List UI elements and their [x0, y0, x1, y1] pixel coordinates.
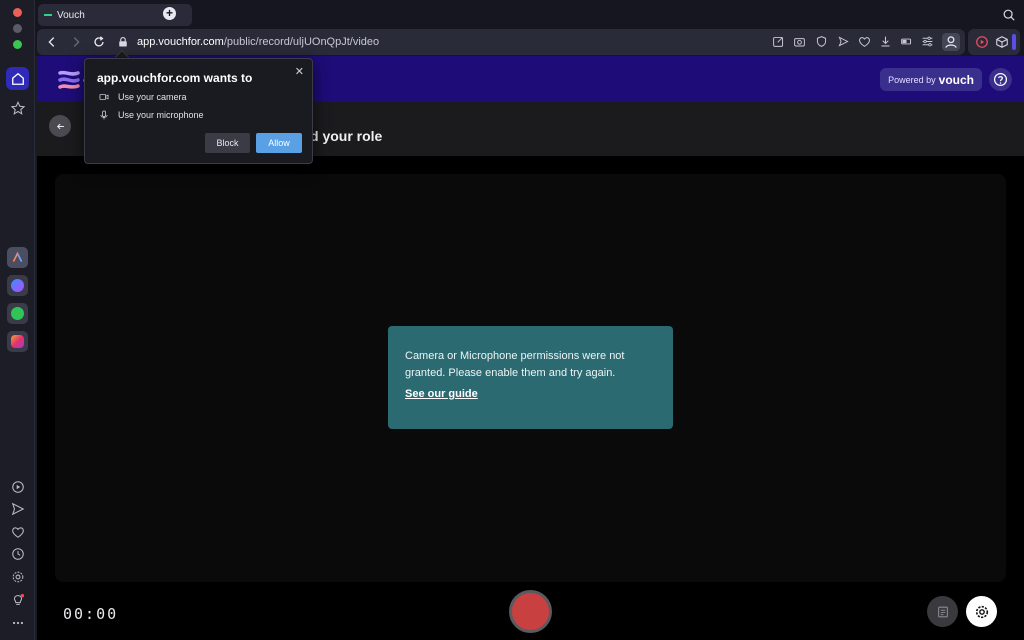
- heart-icon[interactable]: [858, 35, 871, 48]
- edit-icon[interactable]: [772, 35, 785, 48]
- company-logo-icon: [58, 70, 80, 89]
- script-notes-button[interactable]: [927, 596, 958, 627]
- back-button[interactable]: [49, 115, 71, 137]
- heart-icon: [11, 526, 24, 538]
- microphone-permission-row: Use your microphone: [99, 110, 204, 120]
- back-arrow-icon[interactable]: [45, 35, 59, 49]
- profile-button[interactable]: [942, 33, 960, 51]
- question-circle-icon: [993, 72, 1008, 87]
- camera-snapshot-icon[interactable]: [793, 35, 806, 48]
- vouch-brand: vouch: [938, 72, 974, 87]
- question-title: d your role: [310, 128, 383, 144]
- sidebar-messenger-button[interactable]: [7, 275, 28, 296]
- video-camera-icon: [99, 94, 109, 100]
- video-stage: Camera or Microphone permissions were no…: [55, 174, 1006, 582]
- extension-cube-icon[interactable]: [995, 35, 1009, 49]
- gear-icon: [12, 571, 23, 582]
- sidebar-favorites-button[interactable]: [6, 520, 29, 543]
- sidebar-send-button[interactable]: [6, 497, 29, 520]
- address-bar-row: app.vouchfor.com/public/record/uljUOnQpJ…: [35, 28, 1024, 56]
- microphone-permission-label: Use your microphone: [118, 110, 204, 120]
- tab-bar: Vouch +: [35, 0, 1024, 28]
- forward-arrow-icon[interactable]: [69, 35, 83, 49]
- url-path: /public/record/uljUOnQpJt/video: [223, 36, 380, 48]
- download-icon[interactable]: [879, 35, 892, 48]
- permission-error-notice: Camera or Microphone permissions were no…: [388, 326, 673, 429]
- sidebar-aria-button[interactable]: [7, 247, 28, 268]
- new-tab-button[interactable]: +: [163, 7, 176, 20]
- camera-permission-label: Use your camera: [118, 92, 187, 102]
- send-page-icon[interactable]: [837, 35, 850, 48]
- opera-sidebar: [0, 0, 35, 640]
- powered-by-vouch-badge[interactable]: Powered by vouch: [880, 68, 982, 91]
- close-icon[interactable]: ✕: [295, 65, 304, 78]
- notes-icon: [937, 606, 948, 617]
- battery-saver-icon[interactable]: [900, 35, 913, 48]
- lock-icon[interactable]: [117, 36, 129, 48]
- reload-icon[interactable]: [92, 35, 106, 49]
- browser-window: Vouch + app.vouchfor.com/public/record/u…: [0, 0, 1024, 640]
- star-icon: [10, 100, 25, 115]
- sidebar-instagram-button[interactable]: [7, 331, 28, 352]
- whatsapp-icon: [11, 307, 24, 320]
- clock-icon: [11, 547, 24, 560]
- recording-timer: 00:00: [63, 605, 119, 623]
- record-button[interactable]: [509, 590, 552, 633]
- address-bar: app.vouchfor.com/public/record/uljUOnQpJ…: [37, 29, 965, 55]
- messenger-icon: [11, 279, 24, 292]
- sidebar-home-button[interactable]: [6, 67, 29, 90]
- home-icon: [11, 72, 24, 85]
- minimize-window-button[interactable]: [13, 24, 22, 33]
- instagram-icon: [11, 335, 24, 348]
- user-icon: [945, 36, 957, 48]
- extensions-area: [968, 29, 1020, 55]
- tab-search-icon[interactable]: [1002, 8, 1016, 22]
- close-window-button[interactable]: [13, 8, 22, 17]
- camera-permission-row: Use your camera: [99, 92, 187, 102]
- sidebar-player-button[interactable]: [6, 475, 29, 498]
- sidebar-toggle-handle[interactable]: [1012, 34, 1016, 50]
- sidebar-more-button[interactable]: [6, 611, 29, 634]
- microphone-icon: [100, 110, 108, 120]
- permission-popup-title: app.vouchfor.com wants to: [97, 71, 253, 85]
- powered-by-prefix: Powered by: [888, 74, 936, 85]
- see-our-guide-link[interactable]: See our guide: [405, 388, 656, 400]
- url-text[interactable]: app.vouchfor.com/public/record/uljUOnQpJ…: [137, 36, 379, 48]
- permission-error-text: Camera or Microphone permissions were no…: [405, 350, 625, 379]
- music-player-icon[interactable]: [975, 35, 989, 49]
- arrow-left-icon: [56, 123, 64, 129]
- sidebar-history-button[interactable]: [6, 542, 29, 565]
- zoom-window-button[interactable]: [13, 40, 22, 49]
- play-circle-icon: [11, 480, 24, 493]
- settings-button[interactable]: [966, 596, 997, 627]
- lightbulb-icon: [13, 593, 24, 605]
- permission-popup: app.vouchfor.com wants to ✕ Use your cam…: [84, 58, 313, 164]
- sidebar-tips-button[interactable]: [6, 588, 29, 611]
- url-host: app.vouchfor.com: [137, 36, 224, 48]
- shield-icon[interactable]: [815, 35, 828, 48]
- sidebar-bookmarks-button[interactable]: [6, 96, 29, 119]
- aria-icon: [12, 251, 23, 262]
- allow-button[interactable]: Allow: [256, 133, 302, 153]
- vouch-favicon-icon: [44, 14, 52, 16]
- send-icon: [11, 502, 24, 515]
- sidebar-whatsapp-button[interactable]: [7, 303, 28, 324]
- block-button[interactable]: Block: [205, 133, 250, 153]
- gear-icon: [975, 605, 988, 618]
- sidebar-settings-button[interactable]: [6, 565, 29, 588]
- tab-title: Vouch: [57, 9, 85, 21]
- more-dots-icon: [12, 621, 23, 624]
- help-button[interactable]: [989, 68, 1012, 91]
- easy-setup-icon[interactable]: [921, 35, 934, 48]
